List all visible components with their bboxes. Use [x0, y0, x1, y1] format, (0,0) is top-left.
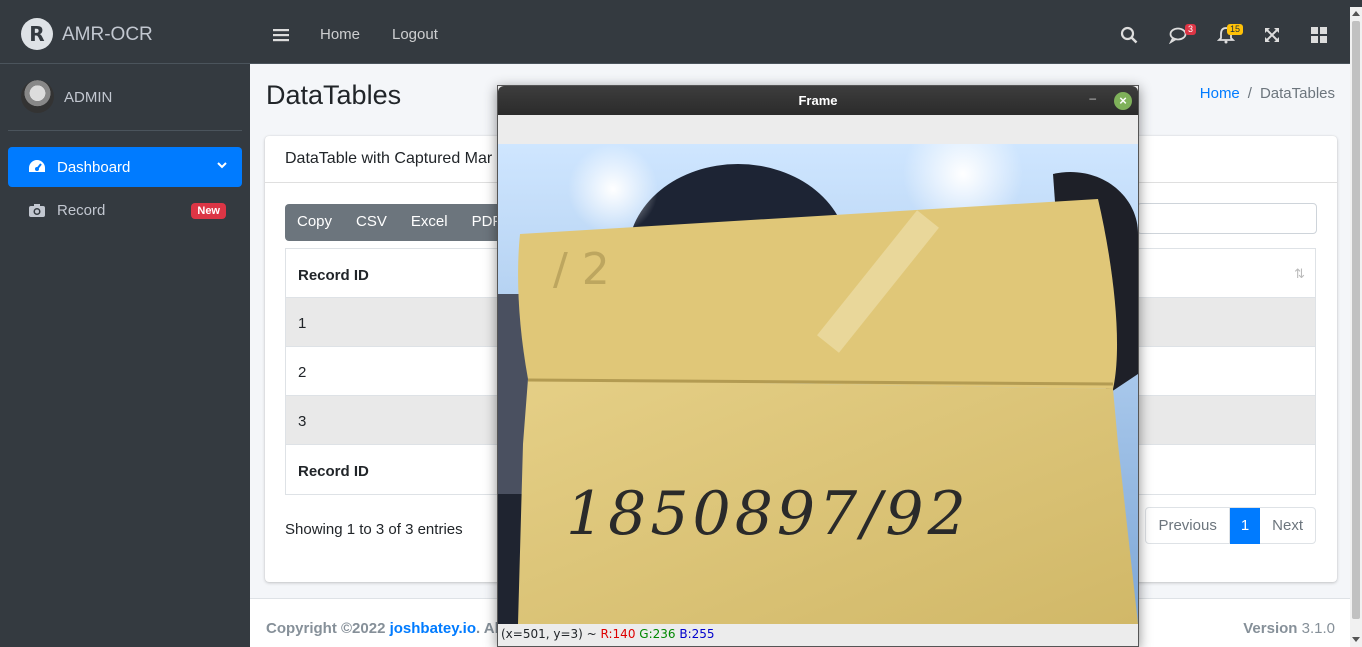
camera-feed-drawing: / 2 — [498, 144, 1138, 624]
sidebar: R AMR-OCR ADMIN Dashboard Record New — [0, 7, 250, 647]
close-button[interactable]: × — [1114, 92, 1132, 110]
frame-title: Frame — [798, 93, 838, 108]
sidebar-item-label: Dashboard — [57, 158, 131, 176]
tachometer-icon — [29, 160, 45, 172]
search-input[interactable] — [1137, 203, 1317, 234]
nav-home-link[interactable]: Home — [320, 26, 360, 43]
notifications-badge: 15 — [1227, 24, 1244, 35]
card-title: DataTable with Captured Mar — [285, 150, 493, 167]
column-header-record-id[interactable]: Record ID — [298, 267, 369, 284]
brand-logo: R — [21, 18, 53, 50]
table-cell: 2 — [298, 364, 307, 381]
nav-logout-link[interactable]: Logout — [392, 26, 438, 43]
scroll-thumb[interactable] — [1352, 21, 1360, 619]
new-badge: New — [191, 203, 226, 219]
breadcrumb-home-link[interactable]: Home — [1200, 85, 1240, 102]
handwritten-number: 1850897/92 — [566, 479, 970, 549]
hamburger-menu-icon[interactable] — [273, 27, 289, 43]
next-page-button[interactable]: Next — [1260, 508, 1315, 544]
excel-button[interactable]: Excel — [399, 204, 460, 241]
table-cell: 3 — [298, 413, 307, 430]
scroll-down-arrow-icon[interactable] — [1352, 637, 1360, 642]
previous-page-button[interactable]: Previous — [1146, 508, 1230, 544]
chevron-down-icon — [217, 162, 227, 169]
sidebar-item-record[interactable]: Record New — [8, 190, 242, 230]
top-strip — [0, 0, 1362, 7]
page-1-button[interactable]: 1 — [1229, 508, 1261, 544]
column-footer-record-id: Record ID — [298, 463, 369, 480]
breadcrumb: Home / DataTables — [1200, 85, 1335, 102]
version-text: Version 3.1.0 — [1243, 620, 1335, 637]
page-title: DataTables — [266, 80, 402, 110]
svg-text:/ 2: / 2 — [553, 244, 610, 295]
brand-link[interactable]: R AMR-OCR — [0, 7, 250, 64]
user-name[interactable]: ADMIN — [64, 89, 112, 106]
brand-text: AMR-OCR — [62, 24, 153, 45]
breadcrumb-current: DataTables — [1259, 85, 1335, 102]
table-info: Showing 1 to 3 of 3 entries — [285, 521, 463, 538]
pagination: Previous 1 Next — [1145, 507, 1316, 544]
page-scrollbar[interactable] — [1350, 7, 1362, 647]
frame-titlebar[interactable]: Frame – × — [498, 86, 1138, 115]
messages-badge: 3 — [1185, 24, 1197, 35]
grid-apps-icon[interactable] — [1310, 26, 1328, 44]
top-navbar: Home Logout 3 15 — [250, 7, 1350, 64]
frame-status-bar: (x=501, y=3) ~ R:140 G:236 B:255 — [498, 624, 1138, 646]
user-panel: ADMIN — [8, 65, 242, 131]
camera-icon — [29, 204, 45, 217]
scroll-up-arrow-icon[interactable] — [1352, 11, 1360, 16]
csv-button[interactable]: CSV — [344, 204, 399, 241]
copyright-text: Copyright ©2022 joshbatey.io. Al — [266, 620, 499, 637]
export-button-group: Copy CSV Excel PDF — [285, 204, 514, 241]
breadcrumb-separator: / — [1247, 85, 1252, 102]
camera-frame-window[interactable]: Frame – × / 2 1850897/92 (x=501, y=3) ~ … — [497, 85, 1139, 647]
table-cell: 1 — [298, 315, 307, 332]
camera-feed-image[interactable]: / 2 1850897/92 — [498, 144, 1138, 624]
copy-button[interactable]: Copy — [285, 204, 344, 241]
search-icon[interactable] — [1120, 26, 1138, 44]
minimize-button[interactable]: – — [1089, 91, 1096, 105]
avatar[interactable] — [21, 80, 54, 113]
expand-icon[interactable] — [1263, 26, 1281, 44]
frame-toolbar — [498, 115, 1138, 144]
sort-icon[interactable]: ⇅ — [1294, 266, 1305, 282]
author-link[interactable]: joshbatey.io — [390, 620, 476, 637]
sidebar-item-label: Record — [57, 201, 106, 219]
sidebar-item-dashboard[interactable]: Dashboard — [8, 147, 242, 187]
